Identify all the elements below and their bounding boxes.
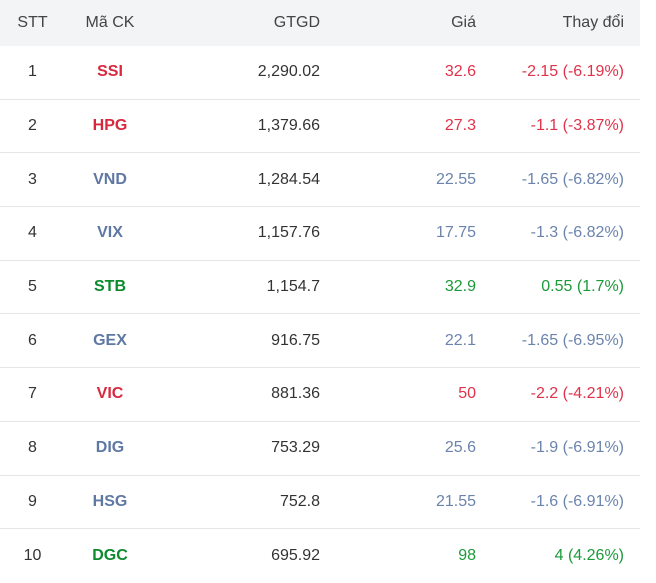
ticker-link[interactable]: VND [65, 171, 155, 189]
ticker-link[interactable]: HPG [65, 117, 155, 135]
change-cell: -1.9 (-6.91%) [530, 439, 624, 457]
price-cell: 32.6 [444, 63, 476, 81]
trading-value-cell: 695.92 [271, 547, 320, 565]
change-cell: -2.15 (-6.19%) [521, 63, 624, 81]
price-cell: 32.9 [444, 278, 476, 296]
price-cell: 98 [458, 547, 476, 565]
stt-cell: 5 [28, 278, 37, 296]
trading-value-cell: 881.36 [271, 385, 320, 403]
table-row[interactable]: 1 SSI 2,290.02 32.6 -2.15 (-6.19%) [0, 46, 640, 100]
header-gia[interactable]: Giá [320, 14, 476, 32]
change-cell: 4 (4.26%) [554, 547, 624, 565]
trading-value-cell: 2,290.02 [257, 63, 320, 81]
table-row[interactable]: 2 HPG 1,379.66 27.3 -1.1 (-3.87%) [0, 100, 640, 154]
trading-value-cell: 1,154.7 [266, 278, 320, 296]
price-cell: 22.55 [435, 170, 476, 188]
table-row[interactable]: 7 VIC 881.36 50 -2.2 (-4.21%) [0, 368, 640, 422]
price-cell: 50 [458, 385, 476, 403]
stt-cell: 9 [28, 492, 37, 510]
stock-trading-table: STT Mã CK GTGD Giá Thay đổi 1 SSI 2,290.02… [0, 0, 640, 583]
table-row[interactable]: 5 STB 1,154.7 32.9 0.55 (1.7%) [0, 261, 640, 315]
header-stt[interactable]: STT [0, 14, 65, 32]
stt-cell: 4 [28, 224, 37, 242]
stt-cell: 6 [28, 331, 37, 349]
stt-cell: 3 [28, 170, 37, 188]
price-cell: 27.3 [444, 117, 476, 135]
change-cell: -1.3 (-6.82%) [530, 224, 624, 242]
stt-cell: 10 [23, 547, 42, 565]
table-row[interactable]: 8 DIG 753.29 25.6 -1.9 (-6.91%) [0, 422, 640, 476]
ticker-link[interactable]: VIC [65, 385, 155, 403]
trading-value-cell: 1,379.66 [257, 117, 320, 135]
trading-value-cell: 1,157.76 [257, 224, 320, 242]
table-row[interactable]: 4 VIX 1,157.76 17.75 -1.3 (-6.82%) [0, 207, 640, 261]
table-row[interactable]: 9 HSG 752.8 21.55 -1.6 (-6.91%) [0, 476, 640, 530]
price-cell: 22.1 [444, 331, 476, 349]
change-cell: -1.1 (-3.87%) [530, 117, 624, 135]
price-cell: 17.75 [435, 224, 476, 242]
change-cell: -2.2 (-4.21%) [530, 385, 624, 403]
change-cell: -1.65 (-6.82%) [521, 170, 624, 188]
header-gtgd[interactable]: GTGD [155, 14, 320, 32]
stt-cell: 2 [28, 117, 37, 135]
table-row[interactable]: 10 DGC 695.92 98 4 (4.26%) [0, 529, 640, 583]
ticker-link[interactable]: DIG [65, 439, 155, 457]
change-cell: 0.55 (1.7%) [541, 278, 624, 296]
table-body: 1 SSI 2,290.02 32.6 -2.15 (-6.19%) 2 HPG 1,379.… [0, 46, 640, 583]
trading-value-cell: 1,284.54 [257, 170, 320, 188]
table-header: STT Mã CK GTGD Giá Thay đổi [0, 0, 640, 46]
table-row[interactable]: 3 VND 1,284.54 22.55 -1.65 (-6.82%) [0, 153, 640, 208]
price-cell: 25.6 [444, 439, 476, 457]
header-ma-ck[interactable]: Mã CK [65, 14, 155, 32]
ticker-link[interactable]: SSI [65, 63, 155, 81]
trading-value-cell: 752.8 [279, 492, 320, 510]
price-cell: 21.55 [435, 492, 476, 510]
change-cell: -1.65 (-6.95%) [521, 331, 624, 349]
ticker-link[interactable]: VIX [65, 224, 155, 242]
stt-cell: 8 [28, 439, 37, 457]
ticker-link[interactable]: HSG [65, 493, 155, 511]
ticker-link[interactable]: DGC [65, 547, 155, 565]
ticker-link[interactable]: GEX [65, 332, 155, 350]
header-thay-doi[interactable]: Thay đổi [476, 14, 632, 32]
trading-value-cell: 916.75 [271, 331, 320, 349]
change-cell: -1.6 (-6.91%) [530, 492, 624, 510]
table-row[interactable]: 6 GEX 916.75 22.1 -1.65 (-6.95%) [0, 314, 640, 369]
trading-value-cell: 753.29 [271, 439, 320, 457]
ticker-link[interactable]: STB [65, 278, 155, 296]
stt-cell: 7 [28, 385, 37, 403]
stt-cell: 1 [28, 63, 37, 81]
